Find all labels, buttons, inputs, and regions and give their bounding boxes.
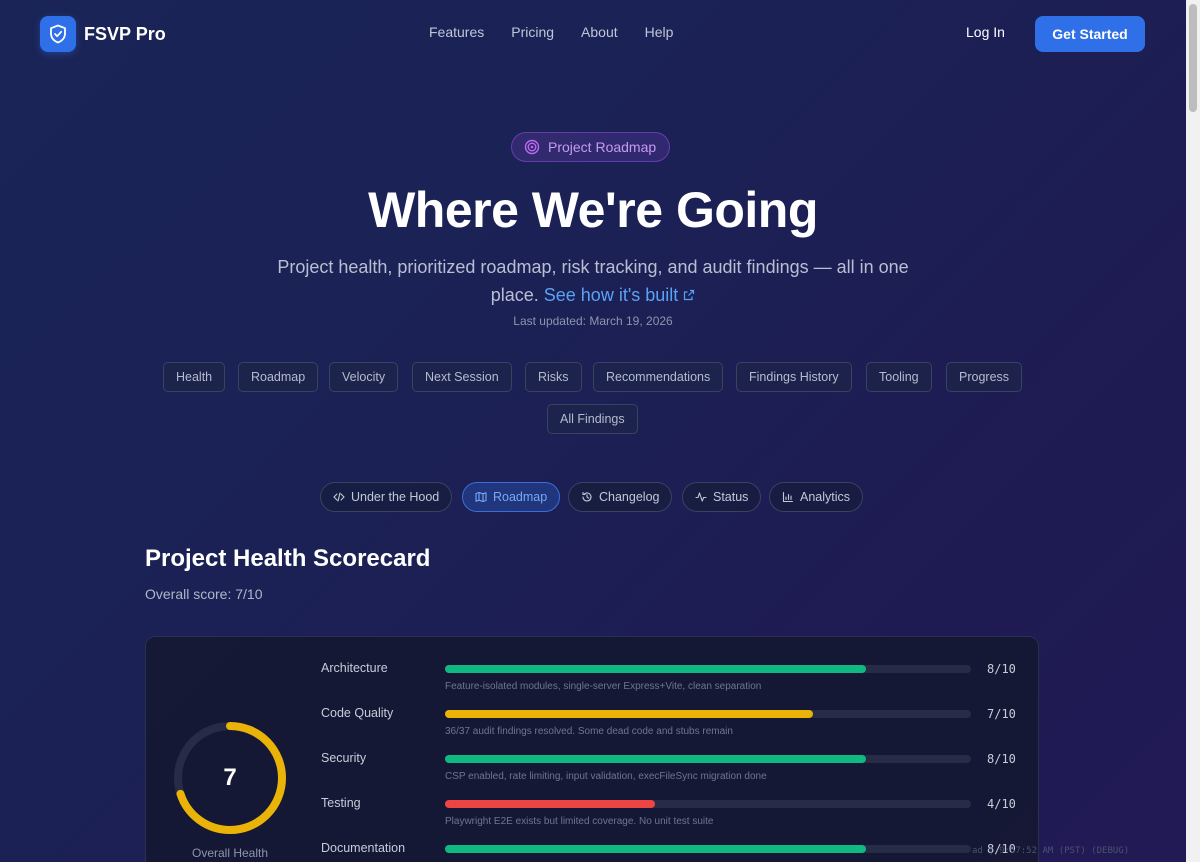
overall-score-text: Overall score: 7/10	[145, 586, 263, 602]
built-link[interactable]: See how it's built	[544, 285, 696, 305]
brand[interactable]: FSVP Pro	[40, 16, 166, 52]
hero-subtitle: Project health, prioritized roadmap, ris…	[270, 253, 916, 309]
tab-analytics[interactable]: Analytics	[769, 482, 864, 512]
metric-score-testing: 4/10	[987, 797, 1016, 811]
login-link[interactable]: Log In	[966, 24, 1005, 40]
metric-note-architecture: Feature-isolated modules, single-server …	[445, 681, 762, 692]
nav-links: Features Pricing About Help	[429, 24, 700, 40]
map-icon	[475, 491, 487, 503]
section-chip-velocity[interactable]: Velocity	[329, 362, 399, 392]
built-link-label: See how it's built	[543, 285, 679, 305]
metric-note-testing: Playwright E2E exists but limited covera…	[445, 816, 714, 827]
metric-label-code-quality: Code Quality	[321, 706, 394, 720]
tab-under-the-hood[interactable]: Under the Hood	[320, 482, 453, 512]
metric-bar-security	[445, 755, 971, 763]
overall-health-label: Overall Health	[191, 846, 269, 860]
scrollbar-thumb[interactable]	[1189, 4, 1197, 112]
metric-bar-code-quality	[445, 710, 971, 718]
section-chip-next-session[interactable]: Next Session	[412, 362, 512, 392]
section-chip-tooling[interactable]: Tooling	[866, 362, 932, 392]
metric-label-documentation: Documentation	[321, 841, 406, 855]
nav-link-features[interactable]: Features	[429, 24, 484, 40]
tab-label: Roadmap	[493, 490, 548, 504]
metric-bar-fill	[445, 845, 866, 853]
activity-icon	[695, 492, 707, 502]
metric-score-security: 8/10	[987, 752, 1016, 766]
top-nav: FSVP Pro Features Pricing About Help Log…	[0, 0, 1186, 68]
last-updated: Last updated: March 19, 2026	[513, 314, 673, 328]
metric-bar-testing	[445, 800, 971, 808]
metric-score-architecture: 8/10	[987, 662, 1016, 676]
tab-roadmap[interactable]: Roadmap	[462, 482, 561, 512]
external-link-icon	[684, 289, 695, 301]
section-chip-roadmap[interactable]: Roadmap	[238, 362, 319, 392]
brand-name: FSVP Pro	[84, 23, 166, 44]
metric-bar-fill	[445, 665, 866, 673]
metric-bar-documentation	[445, 845, 971, 853]
metric-bar-fill	[445, 800, 656, 808]
metric-score-code-quality: 7/10	[987, 707, 1016, 721]
history-icon	[582, 491, 592, 502]
code-icon	[333, 492, 345, 502]
scorecard-title: Project Health Scorecard	[145, 545, 431, 572]
section-chip-recommendations[interactable]: Recommendations	[593, 362, 724, 392]
page: FSVP Pro Features Pricing About Help Log…	[0, 0, 1186, 862]
page-title: Where We're Going	[368, 182, 818, 238]
metric-label-testing: Testing	[321, 796, 361, 810]
nav-link-help[interactable]: Help	[645, 24, 674, 40]
target-icon	[524, 139, 540, 155]
tab-changelog[interactable]: Changelog	[568, 482, 673, 512]
tab-label: Analytics	[800, 490, 851, 504]
page-scrollbar[interactable]	[1186, 0, 1200, 862]
tab-label: Status	[713, 490, 749, 504]
tab-label: Under the Hood	[351, 490, 440, 504]
metric-bar-fill	[445, 710, 814, 718]
nav-link-about[interactable]: About	[581, 24, 618, 40]
badge-label: Project Roadmap	[548, 139, 657, 155]
get-started-button[interactable]: Get Started	[1035, 16, 1145, 52]
debug-timestamp: ad | 9:57:52 AM (PST) (DEBUG)	[972, 846, 1130, 856]
roadmap-badge: Project Roadmap	[511, 132, 671, 162]
metric-label-security: Security	[321, 751, 367, 765]
nav-link-pricing[interactable]: Pricing	[511, 24, 554, 40]
section-chip-health[interactable]: Health	[163, 362, 226, 392]
tab-status[interactable]: Status	[682, 482, 762, 512]
section-chip-all-findings[interactable]: All Findings	[547, 404, 638, 434]
section-chip-risks[interactable]: Risks	[525, 362, 582, 392]
metric-bar-fill	[445, 755, 866, 763]
metric-label-architecture: Architecture	[321, 661, 388, 675]
tab-label: Changelog	[599, 490, 660, 504]
shield-icon	[40, 16, 76, 52]
bar-chart-icon	[782, 491, 794, 503]
section-chip-progress[interactable]: Progress	[946, 362, 1023, 392]
section-chip-findings-history[interactable]: Findings History	[736, 362, 852, 392]
metric-bar-architecture	[445, 665, 971, 673]
overall-health-value: 7	[223, 764, 237, 791]
metric-note-code-quality: 36/37 audit findings resolved. Some dead…	[445, 726, 733, 737]
metric-note-security: CSP enabled, rate limiting, input valida…	[445, 771, 767, 782]
